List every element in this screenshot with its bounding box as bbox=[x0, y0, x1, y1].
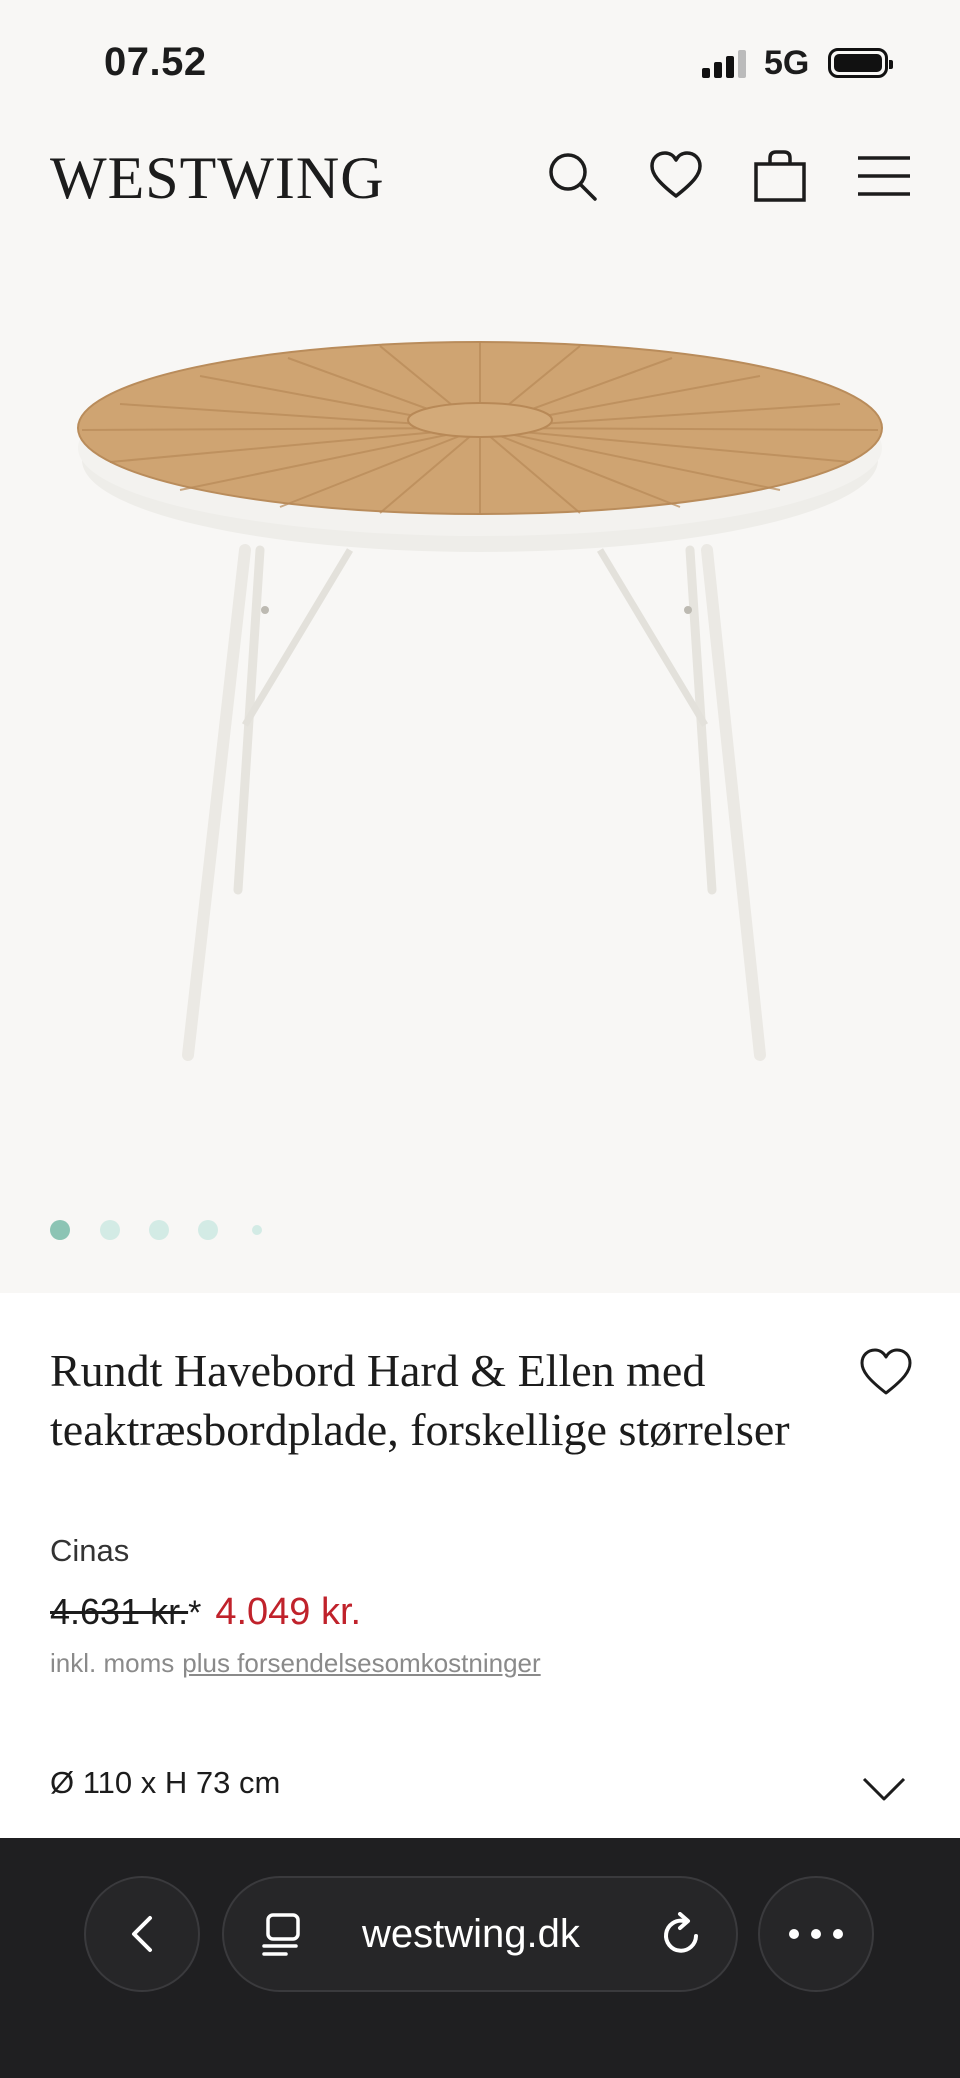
ellipsis-icon bbox=[789, 1929, 843, 1939]
back-button[interactable] bbox=[84, 1876, 200, 1992]
product-info: Rundt Havebord Hard & Ellen med teaktræs… bbox=[0, 1293, 960, 1838]
tax-note-row: inkl. moms plus forsendelsesomkostninger bbox=[50, 1648, 541, 1679]
size-selector[interactable]: Ø 110 x H 73 cm bbox=[0, 1753, 960, 1823]
menu-icon[interactable] bbox=[856, 148, 912, 204]
status-time: 07.52 bbox=[104, 40, 207, 84]
product-title: Rundt Havebord Hard & Ellen med teaktræs… bbox=[50, 1345, 790, 1455]
site-header: WESTWING bbox=[0, 120, 960, 240]
price-row: 4.631 kr.* 4.049 kr. bbox=[50, 1591, 361, 1634]
gallery-dot[interactable] bbox=[100, 1220, 120, 1240]
shipping-cost-link[interactable]: plus forsendelsesomkostninger bbox=[182, 1648, 540, 1678]
gallery-dot[interactable] bbox=[198, 1220, 218, 1240]
browser-toolbar: westwing.dk bbox=[0, 1838, 960, 2078]
wishlist-heart-icon[interactable] bbox=[858, 1345, 914, 1401]
tax-note: inkl. moms bbox=[50, 1648, 175, 1678]
signal-icon bbox=[702, 50, 750, 78]
product-image[interactable] bbox=[60, 300, 900, 1260]
westwing-logo[interactable]: WESTWING bbox=[50, 144, 385, 213]
old-price: 4.631 kr. bbox=[50, 1591, 189, 1632]
tab-overview-icon[interactable] bbox=[262, 1912, 306, 1956]
heart-icon[interactable] bbox=[648, 148, 704, 204]
sale-price: 4.049 kr. bbox=[215, 1591, 362, 1633]
product-gallery[interactable] bbox=[0, 240, 960, 1293]
search-icon[interactable] bbox=[544, 148, 600, 204]
chevron-down-icon bbox=[862, 1777, 906, 1801]
url-text: westwing.dk bbox=[362, 1912, 580, 1956]
size-value: Ø 110 x H 73 cm bbox=[50, 1765, 281, 1800]
gallery-dot-active[interactable] bbox=[50, 1220, 70, 1240]
gallery-dot[interactable] bbox=[252, 1225, 262, 1235]
status-bar: 07.52 5G bbox=[0, 0, 960, 120]
reload-icon[interactable] bbox=[660, 1912, 704, 1956]
old-price-marker: * bbox=[188, 1594, 202, 1632]
address-bar[interactable]: westwing.dk bbox=[222, 1876, 738, 1992]
more-options-button[interactable] bbox=[758, 1876, 874, 1992]
chevron-left-icon bbox=[132, 1916, 152, 1952]
bag-icon[interactable] bbox=[752, 148, 808, 204]
battery-icon bbox=[828, 48, 893, 78]
network-label: 5G bbox=[764, 44, 810, 82]
product-brand[interactable]: Cinas bbox=[50, 1533, 129, 1569]
gallery-dot[interactable] bbox=[149, 1220, 169, 1240]
